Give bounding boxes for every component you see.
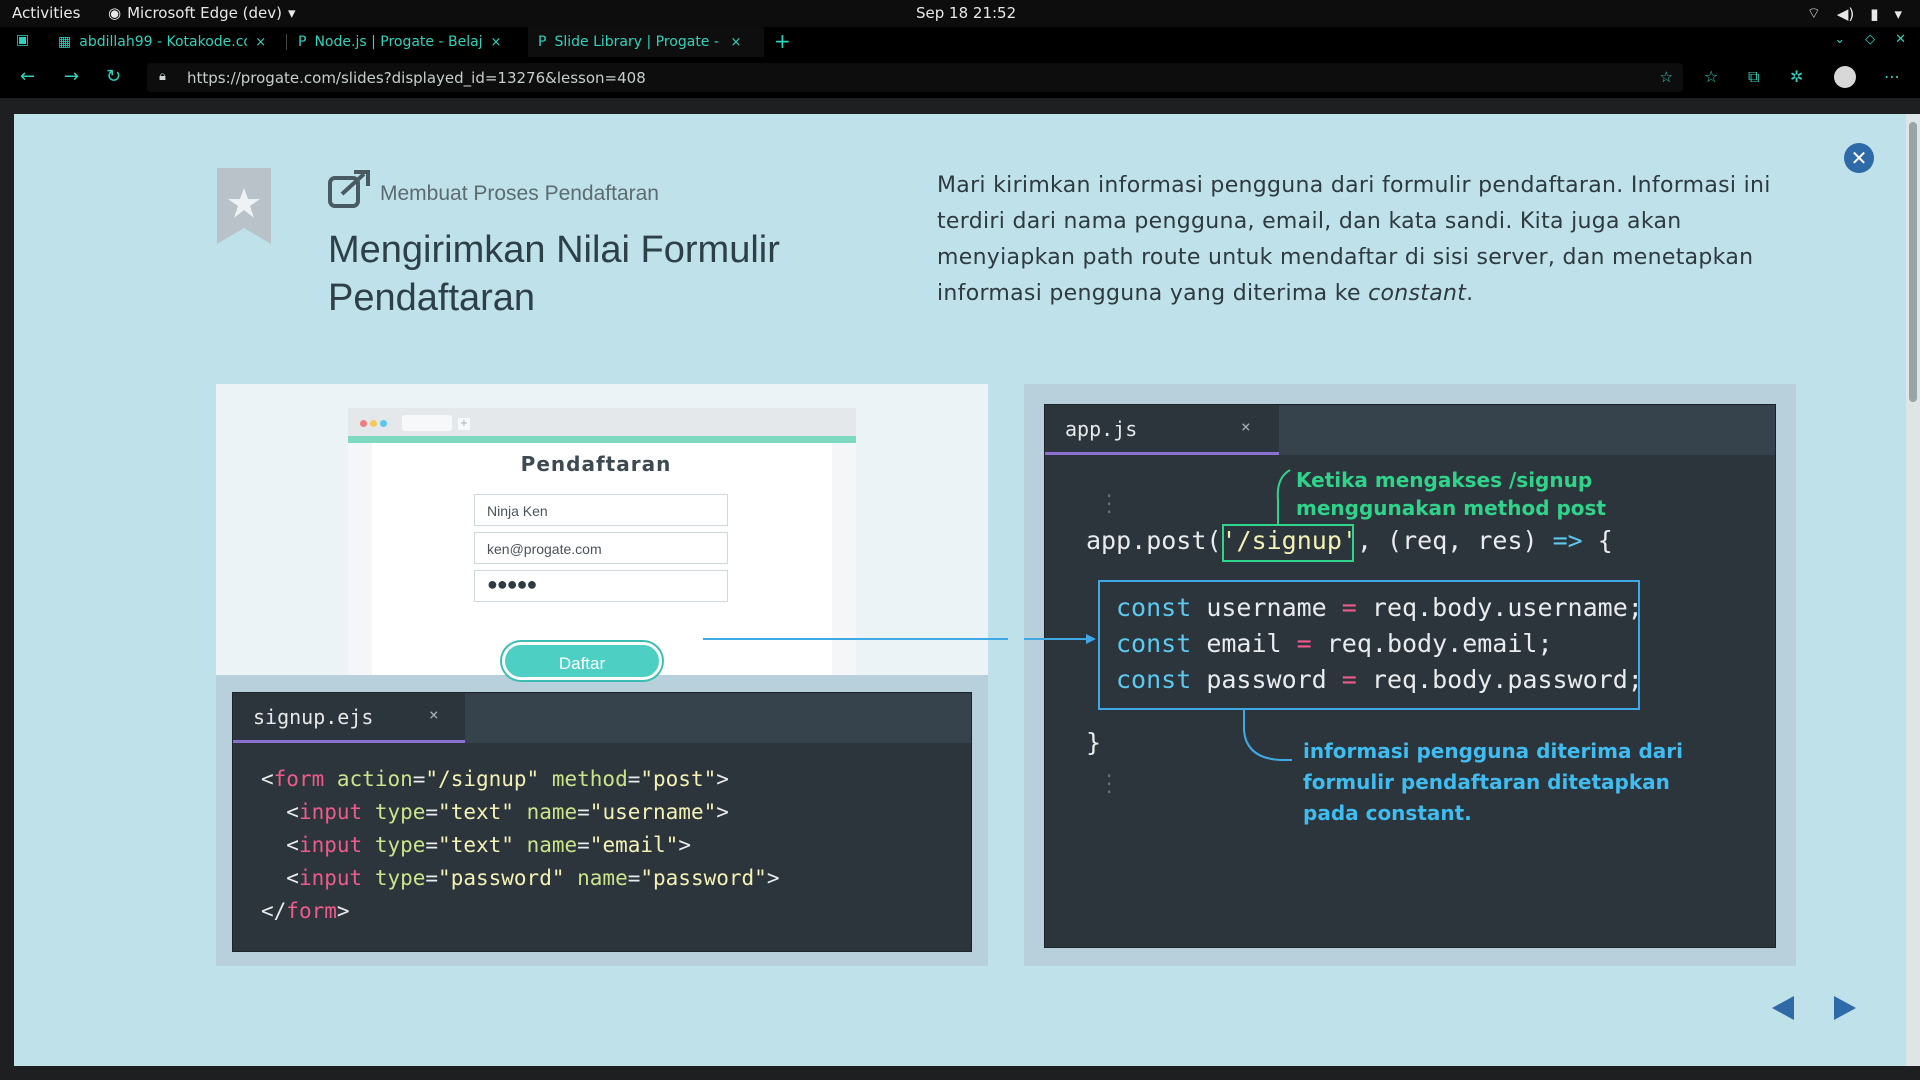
progate-favicon-icon: P [538, 34, 547, 50]
window-dot-yellow [370, 420, 377, 427]
tab-strip: ▣ ▦ abdillah99 - Kotakode.com × P Node.j… [0, 27, 1920, 57]
tab-slide-library[interactable]: P Slide Library | Progate - Belajar × [528, 27, 764, 57]
volume-icon: ◀) [1836, 4, 1855, 23]
favorite-add-icon[interactable]: ☆ [1660, 68, 1673, 86]
address-bar[interactable]: 🔒︎ https://progate.com/slides?displayed_… [147, 63, 1683, 92]
ejs-code-editor: signup.ejs × <form action="/signup" meth… [232, 692, 972, 952]
lock-icon[interactable]: 🔒︎ [159, 69, 166, 84]
browser-chrome: + [348, 408, 856, 436]
mock-tab [402, 415, 452, 431]
app-name: Microsoft Edge (dev) [127, 4, 282, 22]
lesson-description: Mari kirimkan informasi pengguna dari fo… [937, 168, 1777, 312]
scrollbar-thumb[interactable] [1909, 122, 1917, 402]
close-window-icon[interactable]: ✕ [1895, 32, 1906, 47]
tab-nodejs[interactable]: P Node.js | Progate - Belajar × [288, 27, 524, 57]
browser-mockup: + Pendaftaran Ninja Ken ken@progate.com … [348, 408, 856, 680]
closing-brace: } [1086, 728, 1102, 757]
editor-tab-app-js[interactable]: app.js × [1045, 405, 1279, 455]
collections-icon[interactable]: ⧉ [1748, 67, 1759, 87]
url-text[interactable]: https://progate.com/slides?displayed_id=… [187, 69, 646, 87]
kotakode-favicon-icon: ▦ [58, 34, 72, 50]
tab-close-icon[interactable]: × [255, 35, 266, 50]
prev-arrow-icon[interactable] [1772, 996, 1794, 1020]
tab-close-icon[interactable]: × [490, 35, 501, 50]
description-emphasis: constant [1368, 281, 1467, 306]
ellipsis-dots-bottom: · · · [1106, 764, 1113, 804]
submit-button[interactable]: Daftar [502, 642, 662, 680]
tab-close-icon[interactable]: × [730, 35, 741, 50]
window-dot-blue [380, 420, 387, 427]
editor-tab-signup-ejs[interactable]: signup.ejs × [233, 693, 465, 743]
form-title: Pendaftaran [520, 452, 672, 476]
page-scrollbar[interactable] [1906, 114, 1920, 1066]
restore-icon[interactable]: ◇ [1865, 32, 1875, 47]
clock[interactable]: Sep 18 21:52 [916, 4, 1016, 22]
close-icon[interactable]: × [429, 705, 439, 724]
external-link-icon [328, 170, 370, 208]
mock-new-tab-icon: + [458, 418, 470, 430]
tab-kotakode[interactable]: ▦ abdillah99 - Kotakode.com × [48, 27, 284, 57]
close-icon: ✕ [1850, 146, 1868, 170]
annotation-constants: informasi pengguna diterima dari formuli… [1303, 739, 1683, 825]
annotation-post-method: Ketika mengakses /signup menggunakan met… [1296, 468, 1606, 520]
profile-avatar[interactable] [1834, 66, 1856, 88]
editor-filename: app.js [1065, 417, 1138, 441]
extensions-icon[interactable]: ✲ [1790, 67, 1803, 86]
description-end: . [1466, 281, 1474, 306]
edge-icon: ◉ [108, 4, 122, 22]
next-arrow-icon[interactable] [1834, 996, 1856, 1020]
tab-title: abdillah99 - Kotakode.com [79, 34, 248, 50]
constants-block: const username = req.body.username; cons… [1116, 593, 1643, 694]
ejs-code-block: <form action="/signup" method="post"> <i… [261, 767, 780, 923]
navigation-bar: ← → ↻ 🔒︎ https://progate.com/slides?disp… [0, 57, 1920, 98]
chevron-down-icon[interactable]: ⌄ [1834, 32, 1845, 47]
tab-title: Slide Library | Progate - Belajar [554, 34, 722, 50]
activities-button[interactable]: Activities [12, 4, 80, 22]
app-menu[interactable]: ◉ Microsoft Edge (dev) ▾ [108, 4, 296, 22]
lesson-title: Mengirimkan Nilai Formulir Pendaftaran [328, 229, 780, 319]
tab-divider [286, 34, 287, 50]
signup-path-highlight [1222, 524, 1354, 562]
mock-page-bar [348, 436, 856, 443]
name-field[interactable]: Ninja Ken [474, 494, 728, 526]
form-background: + Pendaftaran Ninja Ken ken@progate.com … [216, 384, 988, 680]
back-icon[interactable]: ← [20, 66, 35, 87]
window-dot-red [360, 420, 367, 427]
ellipsis-dots-top: · · · [1106, 484, 1113, 524]
lesson-section: Membuat Proses Pendaftaran [380, 182, 659, 205]
battery-icon: ▮ [1870, 4, 1879, 23]
wifi-icon: ⌔ [1806, 4, 1821, 22]
refresh-icon[interactable]: ↻ [106, 66, 121, 87]
chevron-down-icon: ▾ [1894, 4, 1902, 23]
email-field[interactable]: ken@progate.com [474, 532, 728, 564]
more-menu-icon[interactable]: ⋯ [1884, 67, 1900, 86]
description-text: Mari kirimkan informasi pengguna dari fo… [937, 173, 1771, 306]
editor-filename: signup.ejs [253, 705, 374, 729]
forward-icon[interactable]: → [64, 66, 79, 87]
system-tray[interactable]: ⌔ ◀) ▮ ▾ [1807, 4, 1902, 23]
tab-title: Node.js | Progate - Belajar [314, 34, 483, 50]
favorites-icon[interactable]: ☆ [1704, 67, 1718, 86]
password-field[interactable]: ●●●●● [474, 570, 728, 602]
progate-favicon-icon: P [298, 34, 307, 50]
close-slide-button[interactable]: ✕ [1844, 143, 1874, 173]
bookmark-star-icon[interactable] [217, 168, 271, 244]
system-top-bar: Activities ◉ Microsoft Edge (dev) ▾ Sep … [0, 0, 1920, 27]
window-controls: ⌄ ◇ ✕ [1834, 32, 1906, 47]
tab-actions-icon[interactable]: ▣ [16, 32, 29, 48]
chevron-down-icon: ▾ [287, 4, 296, 22]
close-icon[interactable]: × [1241, 417, 1251, 436]
new-tab-icon[interactable]: + [774, 29, 791, 53]
